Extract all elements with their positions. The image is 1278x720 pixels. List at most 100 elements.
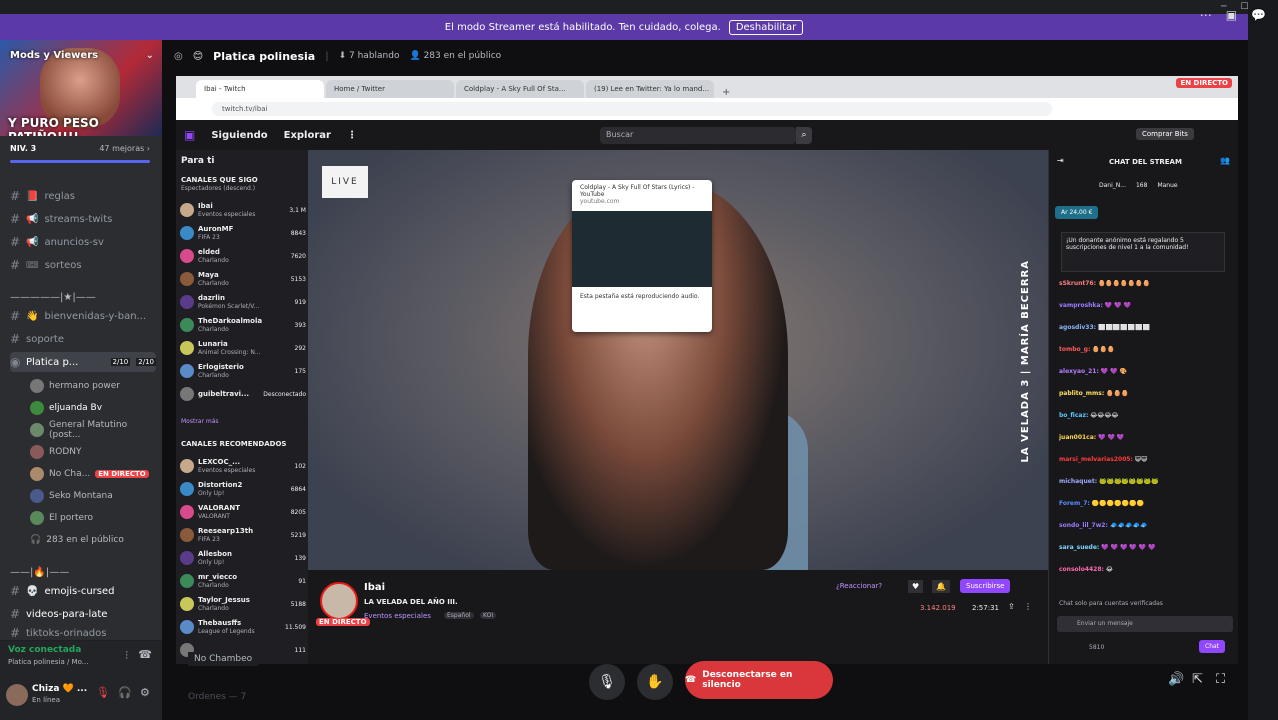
chat-username[interactable]: juan001ca: <box>1059 434 1096 441</box>
chat-message[interactable]: vamproshka: 💜 💜 💜 <box>1059 302 1235 309</box>
chat-message[interactable]: sondo_lil_7w2: 🧢🧢🧢🧢🧢 <box>1059 522 1235 529</box>
chat-message[interactable]: consolo4428: 😂 <box>1059 566 1235 573</box>
twitch-channel-row[interactable]: Allesbon Only Up! 139 <box>180 546 306 570</box>
guild-banner[interactable]: Mods y Viewers ⌄ Y PURO PESO PATIÑO!!!! <box>0 40 162 136</box>
stream-category[interactable]: Eventos especiales <box>364 612 431 620</box>
chat-username[interactable]: sondo_lil_7w2: <box>1059 522 1108 529</box>
twitch-channel-row[interactable]: Reesearp13th FIFA 23 5219 <box>180 523 306 547</box>
browser-tab[interactable]: Home / Twitter <box>326 80 454 98</box>
twitch-search-input[interactable]: Buscar <box>600 127 796 144</box>
chat-message[interactable]: marsi_melvarias2005: 😺😺 <box>1059 456 1235 463</box>
voice-user[interactable]: General Matutino (post... <box>30 420 156 440</box>
react-button[interactable]: ¿Reaccionar? <box>836 582 882 590</box>
buy-bits-button[interactable]: Comprar Bits <box>1136 128 1194 140</box>
twitch-channel-row[interactable]: Taylor_Jessus Charlando 5188 <box>180 592 306 616</box>
chat-username[interactable]: sara_suede: <box>1059 544 1099 551</box>
stream-tag[interactable]: Español <box>444 612 474 619</box>
channel-streams-twits[interactable]: # 📢 streams-twits <box>10 209 156 229</box>
bell-icon[interactable]: 🔔 <box>932 580 950 593</box>
twitch-channel-row[interactable]: AuronMF FIFA 23 8843 <box>180 221 306 245</box>
channel-reglas[interactable]: # 📕 reglas <box>10 186 156 206</box>
chat-message[interactable]: alexyao_21: 💜 💜 🎨 <box>1059 368 1235 375</box>
chat-message[interactable]: tombo_g: 🥚🥚🥚 <box>1059 346 1235 353</box>
channel-tiktoks[interactable]: # tiktoks-orinados <box>10 627 156 639</box>
mute-mic-icon[interactable]: 🎙 <box>96 686 110 699</box>
chat-username[interactable]: michaquet: <box>1059 478 1097 485</box>
twitch-channel-row[interactable]: TheDarkoalmola Charlando 393 <box>180 313 306 337</box>
volume-icon[interactable]: 🔊 <box>1168 672 1184 687</box>
more-icon[interactable]: ⋯ <box>1200 8 1212 22</box>
guild-name[interactable]: Mods y Viewers <box>10 50 98 61</box>
gifter-name[interactable]: Manue <box>1157 182 1177 189</box>
streamer-name[interactable]: Ibai <box>364 582 385 593</box>
channel-videos-para-late[interactable]: # videos-para-late <box>10 604 156 624</box>
twitch-channel-row[interactable]: Thebausffs League of Legends 11.509 <box>180 615 306 639</box>
gifter-name[interactable]: Dani_N... <box>1099 182 1126 189</box>
channel-points[interactable]: 5810 <box>1089 644 1104 651</box>
category-divider[interactable]: —————|★|—— <box>10 287 156 307</box>
chat-message[interactable]: Forem_7: 🟡🟡🟡🟡🟡🟡🟡 <box>1059 500 1235 507</box>
chat-send-button[interactable]: Chat <box>1199 640 1226 653</box>
disable-streamer-button[interactable]: Deshabilitar <box>728 19 804 35</box>
browser-tab[interactable]: (19) Lee en Twitter: Ya lo mand... <box>586 80 714 98</box>
nav-more[interactable]: ⋮ <box>347 130 357 141</box>
channel-anuncios-sv[interactable]: # 📢 anuncios-sv <box>10 232 156 252</box>
channel-sorteos[interactable]: # 🎟 sorteos <box>10 255 156 275</box>
voice-user[interactable]: El portero <box>30 508 156 528</box>
noise-suppression-icon[interactable]: ⫶ <box>125 649 128 663</box>
channel-emojis-cursed[interactable]: # 💀 emojis-cursed <box>10 581 156 601</box>
twitch-channel-row[interactable]: mr_viecco Charlando 91 <box>180 569 306 593</box>
more-options-icon[interactable]: ⋮ <box>1024 602 1032 611</box>
channel-bienvenidas[interactable]: # 👋 bienvenidas-y-ban... <box>10 306 156 326</box>
audience-count[interactable]: 🎧 283 en el público <box>30 530 156 550</box>
voice-user[interactable]: Seko Montana <box>30 486 156 506</box>
chat-message[interactable]: michaquet: 🐸🐸🐸🐸🐸🐸🐸🐸 <box>1059 478 1235 485</box>
chat-username[interactable]: Forem_7: <box>1059 500 1090 507</box>
twitch-logo-icon[interactable]: ▣ <box>184 128 195 142</box>
twitch-channel-row[interactable]: elded Charlando 7620 <box>180 244 306 268</box>
show-more-link[interactable]: Mostrar más <box>181 418 219 425</box>
fullscreen-icon[interactable]: ⛶ <box>1216 672 1225 687</box>
voice-status[interactable]: Voz conectada <box>8 645 81 655</box>
video-player[interactable]: LIVE LA VELADA 3 | MARÍA BECERRA Coldpla… <box>308 150 1048 570</box>
headphones-toggle-icon[interactable]: 🎧 <box>118 686 132 699</box>
chat-message[interactable]: sSkrunt76: 🥚🥚🥚🥚🥚🥚🥚 <box>1059 280 1235 287</box>
voice-channel-platica[interactable]: ◉ Platica p... 2/10 2/10 <box>10 352 156 372</box>
disconnect-call-icon[interactable]: ☎ <box>138 648 152 661</box>
disconnect-silently-button[interactable]: ☎ Desconectarse en silencio <box>685 661 833 699</box>
chat-username[interactable]: pablito_mms: <box>1059 390 1104 397</box>
channel-soporte[interactable]: # soporte <box>10 329 156 349</box>
twitch-channel-row[interactable]: VALORANT VALORANT 8205 <box>180 500 306 524</box>
category-divider[interactable]: ——|🔥|—— <box>10 562 156 582</box>
voice-user[interactable]: No Cha... EN DIRECTO <box>30 464 156 484</box>
mute-mic-toggle-icon[interactable]: 🎙 <box>589 664 625 700</box>
popout-stream-icon[interactable]: ⇱ <box>1192 672 1203 687</box>
voice-user[interactable]: hermano power <box>30 376 156 396</box>
users-icon[interactable]: 👥 <box>1220 156 1230 165</box>
voice-user[interactable]: eljuanda Bv <box>30 398 156 418</box>
chat-message[interactable]: juan001ca: 💜 💜 💜 <box>1059 434 1235 441</box>
twitch-channel-row[interactable]: Ibai Eventos especiales 3,1 M <box>180 198 306 222</box>
chat-username[interactable]: consolo4428: <box>1059 566 1104 573</box>
twitch-channel-row[interactable]: LEXCOC_... Eventos especiales 102 <box>180 454 306 478</box>
chat-message[interactable]: agosdiv33: ⬜⬜⬜⬜⬜⬜⬜ <box>1059 324 1235 331</box>
twitch-channel-row[interactable]: guibeltravi... Desconectado <box>180 382 306 406</box>
voice-user[interactable]: RODNY <box>30 442 156 462</box>
twitch-channel-row[interactable]: Erlogisterio Charlando 175 <box>180 359 306 383</box>
collapse-chat-icon[interactable]: ⇥ <box>1057 156 1064 165</box>
twitch-channel-row[interactable]: dazrlin Pokémon Scarlet/V... 919 <box>180 290 306 314</box>
streamer-avatar[interactable] <box>320 582 358 620</box>
browser-tab[interactable]: Coldplay - A Sky Full Of Sta... <box>456 80 584 98</box>
chat-username[interactable]: agosdiv33: <box>1059 324 1096 331</box>
chat-username[interactable]: vamproshka: <box>1059 302 1103 309</box>
chat-username[interactable]: sSkrunt76: <box>1059 280 1096 287</box>
nav-explore[interactable]: Explorar <box>284 130 331 141</box>
twitch-channel-row[interactable]: Lunaria Animal Crossing: N... 292 <box>180 336 306 360</box>
search-icon[interactable]: ⌕ <box>796 127 812 144</box>
stream-tag[interactable]: KOI <box>480 612 497 619</box>
nav-following[interactable]: Siguiendo <box>211 130 267 141</box>
chat-message[interactable]: sara_suede: 💜 💜 💜 💜 💜 💜 <box>1059 544 1235 551</box>
screen-share-stream[interactable]: Ibai - Twitch Home / Twitter Coldplay - … <box>176 76 1238 664</box>
chat-username[interactable]: tombo_g: <box>1059 346 1090 353</box>
chat-username[interactable]: alexyao_21: <box>1059 368 1099 375</box>
